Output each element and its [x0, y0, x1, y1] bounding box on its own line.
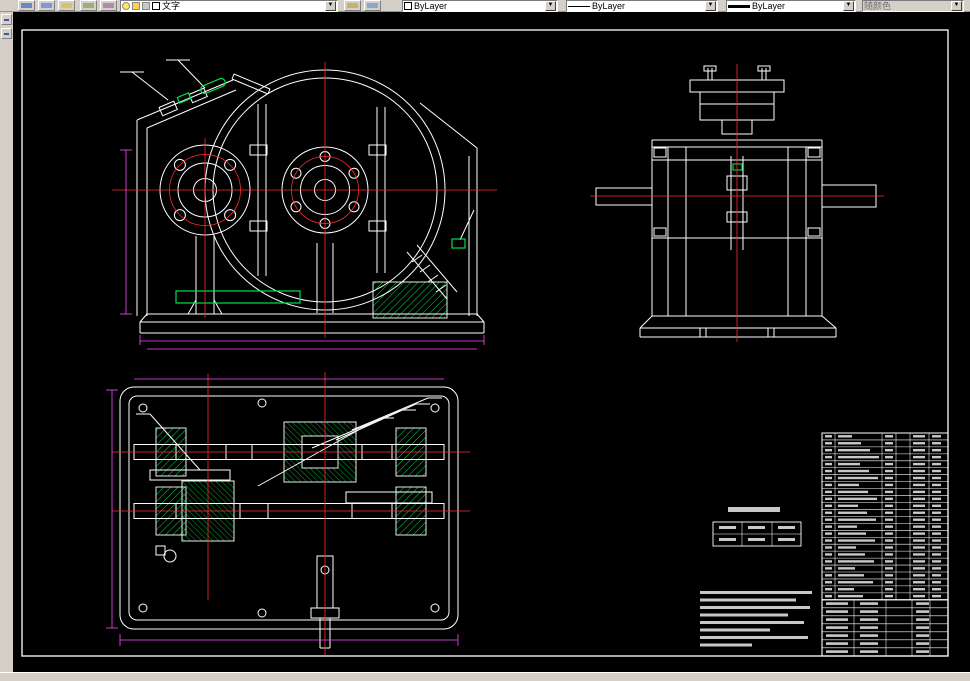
drawing-canvas[interactable]: [13, 12, 970, 673]
side-view-geometry: [595, 65, 877, 338]
color-combo-arrow-icon[interactable]: ▼: [545, 1, 556, 11]
lineweight-sample-icon: [728, 4, 750, 8]
linetype-combo-value: ByLayer: [592, 1, 626, 11]
polyline-tool-glyph: [4, 33, 9, 35]
linetype-combo-arrow-icon[interactable]: ▼: [705, 1, 716, 11]
object-properties-toolbar: 文字 ▼ ByLayer ▼ ByLayer ▼ ByLayer ▼ 随颜色 ▼: [0, 0, 970, 12]
linetype-combo[interactable]: ByLayer ▼: [566, 0, 718, 12]
color-combo[interactable]: ByLayer ▼: [402, 0, 558, 12]
linetype-sample-icon: [568, 5, 590, 7]
plot-style-combo-value: 随颜色: [864, 1, 892, 11]
layer-properties-glyph: [103, 3, 114, 8]
side-view: [590, 64, 884, 342]
line-tool-icon[interactable]: [1, 14, 12, 25]
section-view-hatching: [155, 421, 427, 542]
side-view-centerlines: [590, 64, 884, 342]
section-view: [106, 372, 470, 655]
lineweight-combo-value: ByLayer: [752, 1, 786, 11]
polyline-tool-icon[interactable]: [1, 28, 12, 39]
layers-glyph: [83, 3, 94, 8]
layer-combo[interactable]: 文字 ▼: [120, 0, 338, 12]
new-drawing-icon[interactable]: [18, 0, 35, 11]
side-view-key-detail: [732, 163, 743, 171]
make-object-layer-current-glyph: [347, 3, 358, 8]
layer-combo-arrow-icon[interactable]: ▼: [325, 1, 336, 11]
layer-combo-value: 文字: [162, 1, 181, 11]
layer-thaw-icon: [132, 2, 140, 10]
lineweight-combo-arrow-icon[interactable]: ▼: [843, 1, 854, 11]
window-bottom-edge: [0, 672, 970, 681]
color-combo-value: ByLayer: [414, 1, 448, 11]
make-object-layer-current-icon[interactable]: [344, 0, 361, 11]
parts-list-and-title-block: [700, 432, 949, 657]
layer-color-swatch: [152, 2, 160, 10]
lineweight-combo[interactable]: ByLayer ▼: [726, 0, 856, 12]
layer-on-icon: [122, 2, 130, 10]
open-drawing-icon[interactable]: [38, 0, 55, 11]
cad-application-window: { "toolbar": { "layer_combo": { "value":…: [0, 0, 970, 681]
sheet-border: [21, 29, 949, 657]
front-view-oil-sump-hatch: [372, 281, 448, 319]
open-drawing-glyph: [41, 3, 52, 8]
current-color-swatch: [404, 2, 412, 10]
plot-style-combo[interactable]: 随颜色 ▼: [862, 0, 964, 12]
layer-previous-glyph: [367, 3, 378, 8]
left-toolbar-dock: [0, 12, 13, 673]
plot-style-combo-arrow-icon[interactable]: ▼: [951, 1, 962, 11]
layer-lock-icon: [142, 2, 150, 10]
front-view: [112, 59, 497, 350]
layers-icon[interactable]: [80, 0, 97, 11]
layer-properties-icon[interactable]: [100, 0, 117, 11]
save-glyph: [61, 3, 72, 8]
new-drawing-glyph: [21, 3, 32, 8]
line-tool-glyph: [4, 19, 9, 21]
save-icon[interactable]: [58, 0, 75, 11]
drain-plug-icon: [451, 238, 466, 249]
gearbox-assembly-drawing: [21, 29, 949, 657]
layer-previous-icon[interactable]: [364, 0, 381, 11]
